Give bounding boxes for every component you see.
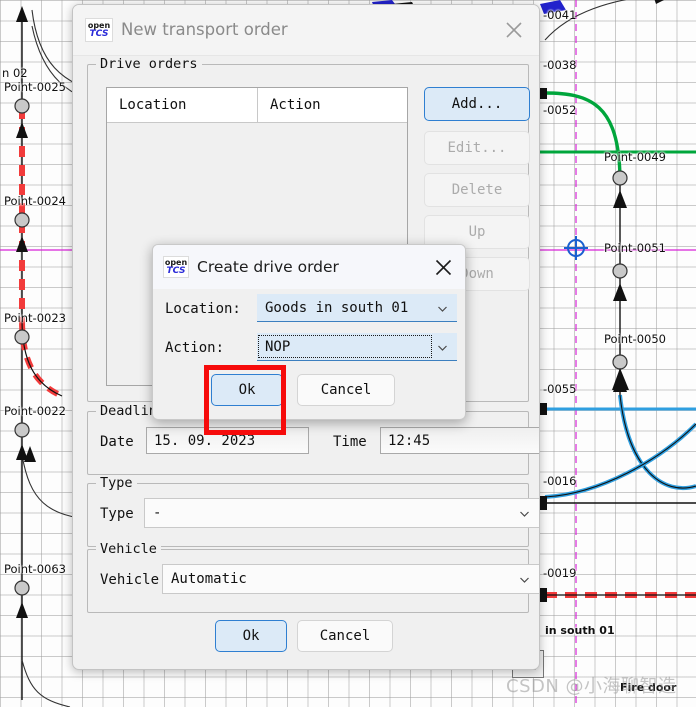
logo-line-tcs: TCS (166, 265, 186, 276)
time-label: Time (333, 434, 367, 450)
ok-button[interactable]: Ok (215, 620, 287, 652)
map-label-point-0022: Point-0022 (4, 404, 66, 418)
delete-button: Delete (424, 173, 530, 207)
add-button[interactable]: Add... (424, 87, 530, 121)
chevron-down-glyph (520, 577, 529, 583)
dialog-titlebar[interactable]: open TCS Create drive order (153, 245, 465, 289)
type-select[interactable]: - (144, 498, 539, 528)
logo-line-tcs: TCS (89, 28, 109, 39)
table-header-row: Location Action (107, 88, 407, 123)
close-icon-glyph (506, 22, 522, 38)
map-label-0016: -0016 (543, 474, 577, 488)
dialog-cancel-button[interactable]: Cancel (297, 374, 395, 406)
chevron-down-icon (519, 574, 530, 585)
map-label-0038: -0038 (543, 58, 577, 72)
vehicle-select[interactable]: Automatic (162, 564, 539, 594)
close-icon[interactable] (429, 255, 457, 279)
map-point-0023 (14, 329, 30, 345)
map-label-point-0023: Point-0023 (4, 311, 66, 325)
map-label-point-0050: Point-0050 (604, 332, 666, 346)
map-label-point-0063: Point-0063 (4, 562, 66, 576)
map-label-goods-in-south-01: in south 01 (545, 624, 615, 637)
drive-orders-legend: Drive orders (96, 56, 202, 72)
arrow-right-1 (613, 190, 627, 208)
chevron-down-glyph (438, 306, 447, 312)
column-header-action[interactable]: Action (257, 88, 407, 122)
dialog-action-label: Action: (165, 340, 225, 356)
time-input[interactable]: 12:45 (380, 427, 539, 454)
vehicle-legend: Vehicle (96, 541, 161, 557)
map-label-point-0025: Point-0025 (4, 80, 66, 94)
date-input[interactable]: 15. 09. 2023 (146, 427, 309, 454)
map-point-0022 (14, 422, 30, 438)
map-label-0019: -0019 (543, 566, 577, 580)
type-legend: Type (96, 475, 137, 491)
create-drive-order-dialog[interactable]: open TCS Create drive order Location: Go… (152, 244, 466, 420)
deadline-group: Deadline Date 15. 09. 2023 Time 12:45 (87, 403, 539, 475)
map-point-0063 (14, 580, 30, 596)
type-group: Type Type - (87, 475, 539, 547)
map-point-0024 (14, 212, 30, 228)
column-header-location[interactable]: Location (107, 88, 257, 122)
map-point-0049 (612, 170, 628, 186)
chevron-down-icon (437, 302, 448, 313)
arrow-left-4 (24, 446, 36, 462)
arrow-left-0 (16, 6, 28, 22)
map-label-0055: -0055 (543, 382, 577, 396)
dialog-location-value: Goods in south 01 (265, 299, 409, 316)
dialog-location-label: Location: (165, 301, 241, 317)
path-left-branch-4 (21, 659, 71, 707)
vehicle-group: Vehicle Vehicle Automatic (87, 541, 539, 613)
arrow-left-2 (16, 236, 28, 252)
window-title: New transport order (121, 20, 288, 39)
chevron-down-glyph (438, 345, 447, 351)
cancel-button[interactable]: Cancel (297, 620, 393, 652)
arrow-blue-up (612, 368, 629, 390)
map-label-point-0051: Point-0051 (604, 241, 666, 255)
chevron-down-icon (519, 508, 530, 519)
arrow-left-1 (16, 122, 28, 138)
chevron-down-glyph (520, 511, 529, 517)
map-point-0051 (612, 263, 628, 279)
dialog-ok-button[interactable]: Ok (211, 374, 283, 406)
map-label-point-0049: Point-0049 (604, 150, 666, 164)
map-label-0041: -0041 (543, 8, 577, 22)
chevron-down-icon (437, 341, 448, 352)
map-point-0025 (14, 98, 30, 114)
vehicle-select-value: Automatic (171, 571, 247, 587)
close-icon-glyph (435, 259, 451, 275)
window-titlebar[interactable]: open TCS New transport order (73, 5, 539, 56)
date-label: Date (100, 434, 134, 450)
dialog-action-select[interactable]: NOP (257, 333, 457, 361)
watermark: CSDN @小海聊智造 (506, 676, 677, 697)
close-icon[interactable] (499, 17, 529, 43)
opentcs-logo-icon: open TCS (85, 18, 113, 42)
vehicle-label: Vehicle (100, 572, 160, 588)
arrow-right-0041 (654, 0, 664, 4)
dialog-title: Create drive order (197, 258, 339, 276)
arrow-right-2 (613, 283, 627, 301)
type-label: Type (100, 506, 134, 522)
dialog-action-value: NOP (265, 338, 291, 355)
map-point-0050 (612, 354, 628, 370)
dialog-location-select[interactable]: Goods in south 01 (257, 294, 457, 322)
edit-button: Edit... (424, 131, 530, 165)
map-label-n02: n 02 (2, 66, 28, 80)
map-label-point-0024: Point-0024 (4, 194, 66, 208)
opentcs-logo-icon: open TCS (163, 256, 189, 278)
arrow-left-5 (16, 602, 28, 618)
type-select-value: - (153, 505, 162, 521)
path-blocked-left-b (19, 319, 64, 399)
map-label-0052: -0052 (543, 103, 577, 117)
